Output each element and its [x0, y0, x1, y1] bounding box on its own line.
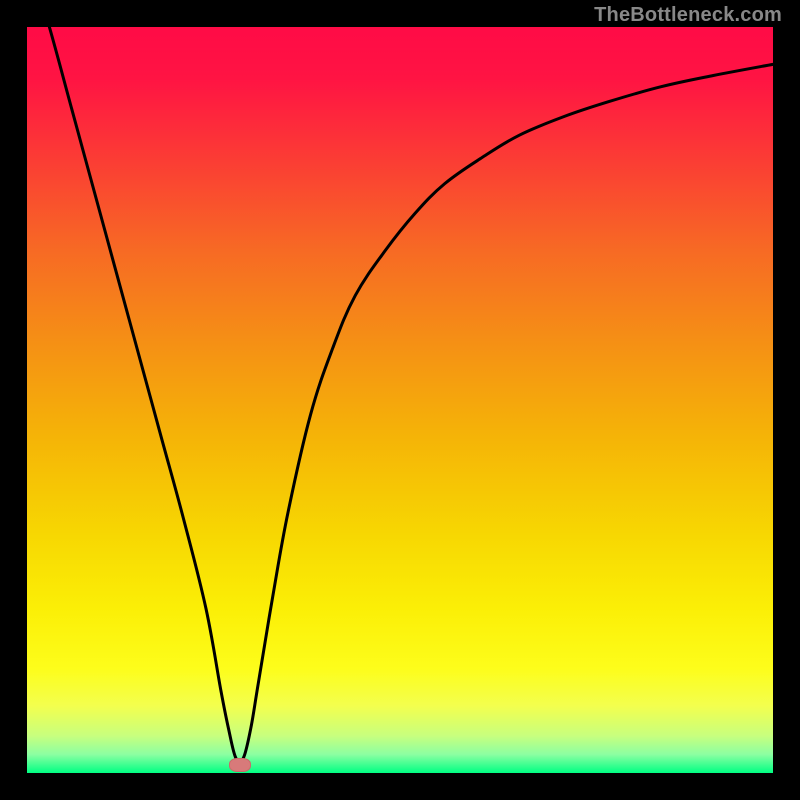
- bottleneck-curve: [27, 27, 773, 773]
- chart-frame: TheBottleneck.com: [0, 0, 800, 800]
- plot-area: [27, 27, 773, 773]
- watermark-text: TheBottleneck.com: [594, 4, 782, 27]
- optimum-marker: [229, 758, 251, 772]
